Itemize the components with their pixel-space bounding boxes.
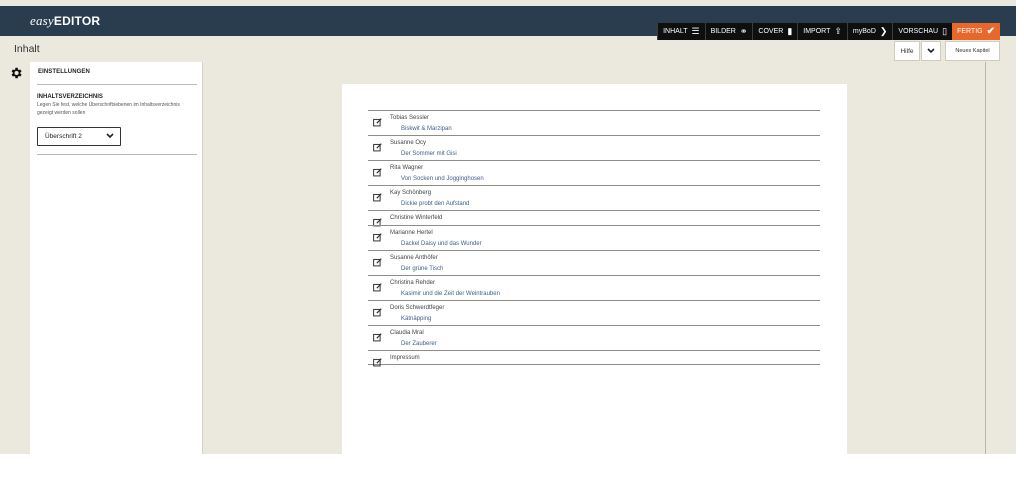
edit-icon[interactable] xyxy=(373,214,382,227)
help-dropdown-button[interactable] xyxy=(921,41,941,61)
toc-settings-title: INHALTSVERZEICHNIS xyxy=(37,94,103,100)
logo-easy: easy xyxy=(30,13,54,28)
nav-mybod-label: myBoD xyxy=(852,28,876,35)
toc-author: Tobias Sessler xyxy=(390,115,430,121)
logo-editor: EDITOR xyxy=(53,14,101,28)
toc-author: Doris Schwerdtfeger xyxy=(390,305,445,311)
new-chapter-button[interactable]: Neues Kapitel xyxy=(945,41,1000,61)
upload-icon: ⇪ xyxy=(834,26,842,36)
toc-entry: Kay Schönberg Dickie probt den Aufstand xyxy=(368,185,820,210)
phone-icon: ▯ xyxy=(942,26,948,36)
nav-bilder-label: BILDER xyxy=(710,28,736,35)
book-icon: ▮ xyxy=(787,26,793,36)
toc-author: Susanne Anthöfer xyxy=(390,255,438,261)
editor-window: easyEDITOR INHALT ☰ BILDER ⚭ COVER ▮ IMP… xyxy=(0,0,1016,454)
toc-settings-description: Legen Sie fest, welche Überschriftsebene… xyxy=(37,102,180,116)
toc-entry: Susanne Ocy Der Sommer mit Gisi xyxy=(368,135,820,160)
edit-icon[interactable] xyxy=(373,329,382,342)
toc-author: Susanne Ocy xyxy=(390,140,427,146)
toc-work-link[interactable]: Dickie probt den Aufstand xyxy=(401,201,469,207)
heading-level-value: Überschrift 2 xyxy=(45,133,82,140)
nav-inhalt-label: INHALT xyxy=(663,28,688,35)
toc-entry: Tobias Sessler Biskwit & Marzipan xyxy=(368,110,820,135)
edit-icon[interactable] xyxy=(373,354,382,367)
fertig-label: FERTIG xyxy=(957,28,983,35)
toc-author: Christina Rehder xyxy=(390,280,436,286)
toc-work-link[interactable]: Kätnäpping xyxy=(401,316,431,322)
toc-work-link[interactable]: Von Socken und Jogginghosen xyxy=(401,176,484,182)
toc-author: Christine Winterfeld xyxy=(390,215,443,221)
toc-author: Claudia Mral xyxy=(390,330,424,336)
table-of-contents: Tobias Sessler Biskwit & Marzipan Susanne … xyxy=(368,110,820,367)
checkmark-icon: ✔ xyxy=(986,25,995,37)
toc-entry: Marianne Hertel Dackel Daisy und das Wund… xyxy=(368,225,820,250)
edit-icon[interactable] xyxy=(373,304,382,317)
toc-author: Kay Schönberg xyxy=(390,190,432,196)
right-scroll-area[interactable] xyxy=(987,62,1016,454)
toc-work-link[interactable]: Der grüne Tisch xyxy=(401,266,443,272)
edit-icon[interactable] xyxy=(373,139,382,152)
edit-icon[interactable] xyxy=(373,229,382,242)
top-bar: easyEDITOR INHALT ☰ BILDER ⚭ COVER ▮ IMP… xyxy=(0,6,1016,40)
gear-icon xyxy=(11,67,22,78)
toc-entry: Doris Schwerdtfeger Kätnäpping xyxy=(368,300,820,325)
edit-icon[interactable] xyxy=(373,279,382,292)
divider xyxy=(37,154,197,155)
settings-heading: EINSTELLUNGEN xyxy=(38,69,90,75)
nav-cover-label: COVER xyxy=(758,28,784,35)
chevron-down-icon xyxy=(927,48,935,54)
toc-work-link[interactable]: Der Zauberer xyxy=(401,341,437,347)
toc-work-link[interactable]: Dackel Daisy und das Wunder xyxy=(401,241,482,247)
app-logo: easyEDITOR xyxy=(30,13,100,29)
toc-author: Impressum xyxy=(390,355,420,361)
toc-entry: Christina Rehder Kasimir und die Zeit der… xyxy=(368,275,820,300)
edit-icon[interactable] xyxy=(373,164,382,177)
toc-author: Rita Wagner xyxy=(390,165,424,171)
toc-entry: Rita Wagner Von Socken und Jogginghosen xyxy=(368,160,820,185)
settings-toggle[interactable] xyxy=(7,64,24,81)
document-page: Tobias Sessler Biskwit & Marzipan Susanne … xyxy=(342,84,847,454)
edit-icon[interactable] xyxy=(373,114,382,127)
edit-icon[interactable] xyxy=(373,254,382,267)
chevron-right-icon: ❯ xyxy=(879,26,888,36)
help-button[interactable]: Hilfe xyxy=(894,41,920,61)
page-margin xyxy=(0,454,1024,496)
title-bar: Inhalt xyxy=(0,36,1016,62)
edit-icon[interactable] xyxy=(373,189,382,202)
toc-work-link[interactable]: Kasimir und die Zeit der Weintrauben xyxy=(401,291,500,297)
nav-vorschau-label: VORSCHAU xyxy=(898,28,939,35)
heading-level-select[interactable]: Überschrift 2 xyxy=(37,127,121,146)
chevron-down-icon xyxy=(106,133,114,139)
toc-entry: Impressum xyxy=(368,350,820,367)
toc-entry: Claudia Mral Der Zauberer xyxy=(368,325,820,350)
toc-entry: Susanne Anthöfer Der grüne Tisch xyxy=(368,250,820,275)
toc-author: Marianne Hertel xyxy=(390,230,433,236)
toc-work-link[interactable]: Der Sommer mit Gisi xyxy=(401,151,457,157)
divider xyxy=(37,84,197,85)
toc-work-link[interactable]: Biskwit & Marzipan xyxy=(401,126,452,132)
list-icon: ☰ xyxy=(691,26,700,36)
settings-panel: EINSTELLUNGEN INHALTSVERZEICHNIS Legen S… xyxy=(30,62,203,454)
page-title: Inhalt xyxy=(14,43,40,55)
toc-entry: Christine Winterfeld xyxy=(368,210,820,227)
paperclip-icon: ⚭ xyxy=(739,26,748,36)
nav-import-label: IMPORT xyxy=(803,28,831,35)
